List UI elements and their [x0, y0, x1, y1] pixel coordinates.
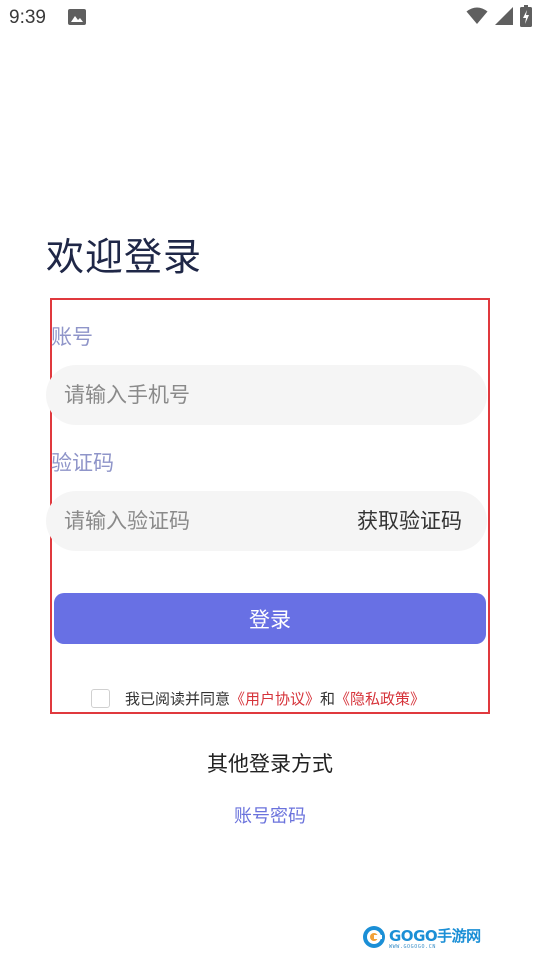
account-label: 账号 — [51, 325, 93, 349]
code-input-container: 获取验证码 — [46, 491, 487, 551]
watermark-brand-latin: GOGO — [389, 926, 438, 945]
status-time: 9:39 — [9, 7, 46, 28]
status-bar: 9:39 — [0, 0, 540, 36]
watermark-brand-cn: 手游网 — [437, 926, 481, 945]
user-agreement-link[interactable]: 《用户协议》 — [230, 688, 320, 709]
login-screen: 9:39 欢迎登录 账号 请输入手机号 验证码 请输入验证码 获取验证码 登录 … — [0, 0, 540, 960]
login-button[interactable]: 登录 — [54, 593, 486, 644]
code-label: 验证码 — [51, 451, 114, 475]
watermark-brand: GOGO手游网 — [389, 926, 481, 945]
watermark-text: GOGO手游网 WWW.GOGOGO.CN — [389, 926, 481, 950]
phone-input-container — [46, 365, 487, 425]
wifi-icon — [466, 7, 488, 29]
agreement-row: 我已阅读并同意 《用户协议》 和 《隐私政策》 — [91, 686, 425, 710]
image-notification-icon — [68, 9, 86, 25]
watermark-url: WWW.GOGOGO.CN — [389, 943, 436, 950]
signal-icon — [494, 6, 514, 30]
get-code-button[interactable]: 获取验证码 — [357, 491, 462, 551]
battery-icon — [520, 5, 532, 31]
page-title: 欢迎登录 — [46, 235, 203, 279]
privacy-policy-link[interactable]: 《隐私政策》 — [335, 688, 425, 709]
agreement-prefix: 我已阅读并同意 — [125, 689, 231, 708]
agreement-checkbox[interactable] — [91, 688, 110, 708]
agreement-conjunction: 和 — [320, 689, 336, 708]
gogo-logo-icon — [362, 925, 386, 953]
account-password-link[interactable]: 账号密码 — [0, 802, 540, 828]
phone-input[interactable] — [64, 365, 464, 425]
watermark: GOGO手游网 WWW.GOGOGO.CN — [362, 924, 481, 954]
other-login-title: 其他登录方式 — [207, 752, 333, 776]
code-input[interactable] — [64, 491, 334, 551]
status-icons — [466, 5, 532, 31]
